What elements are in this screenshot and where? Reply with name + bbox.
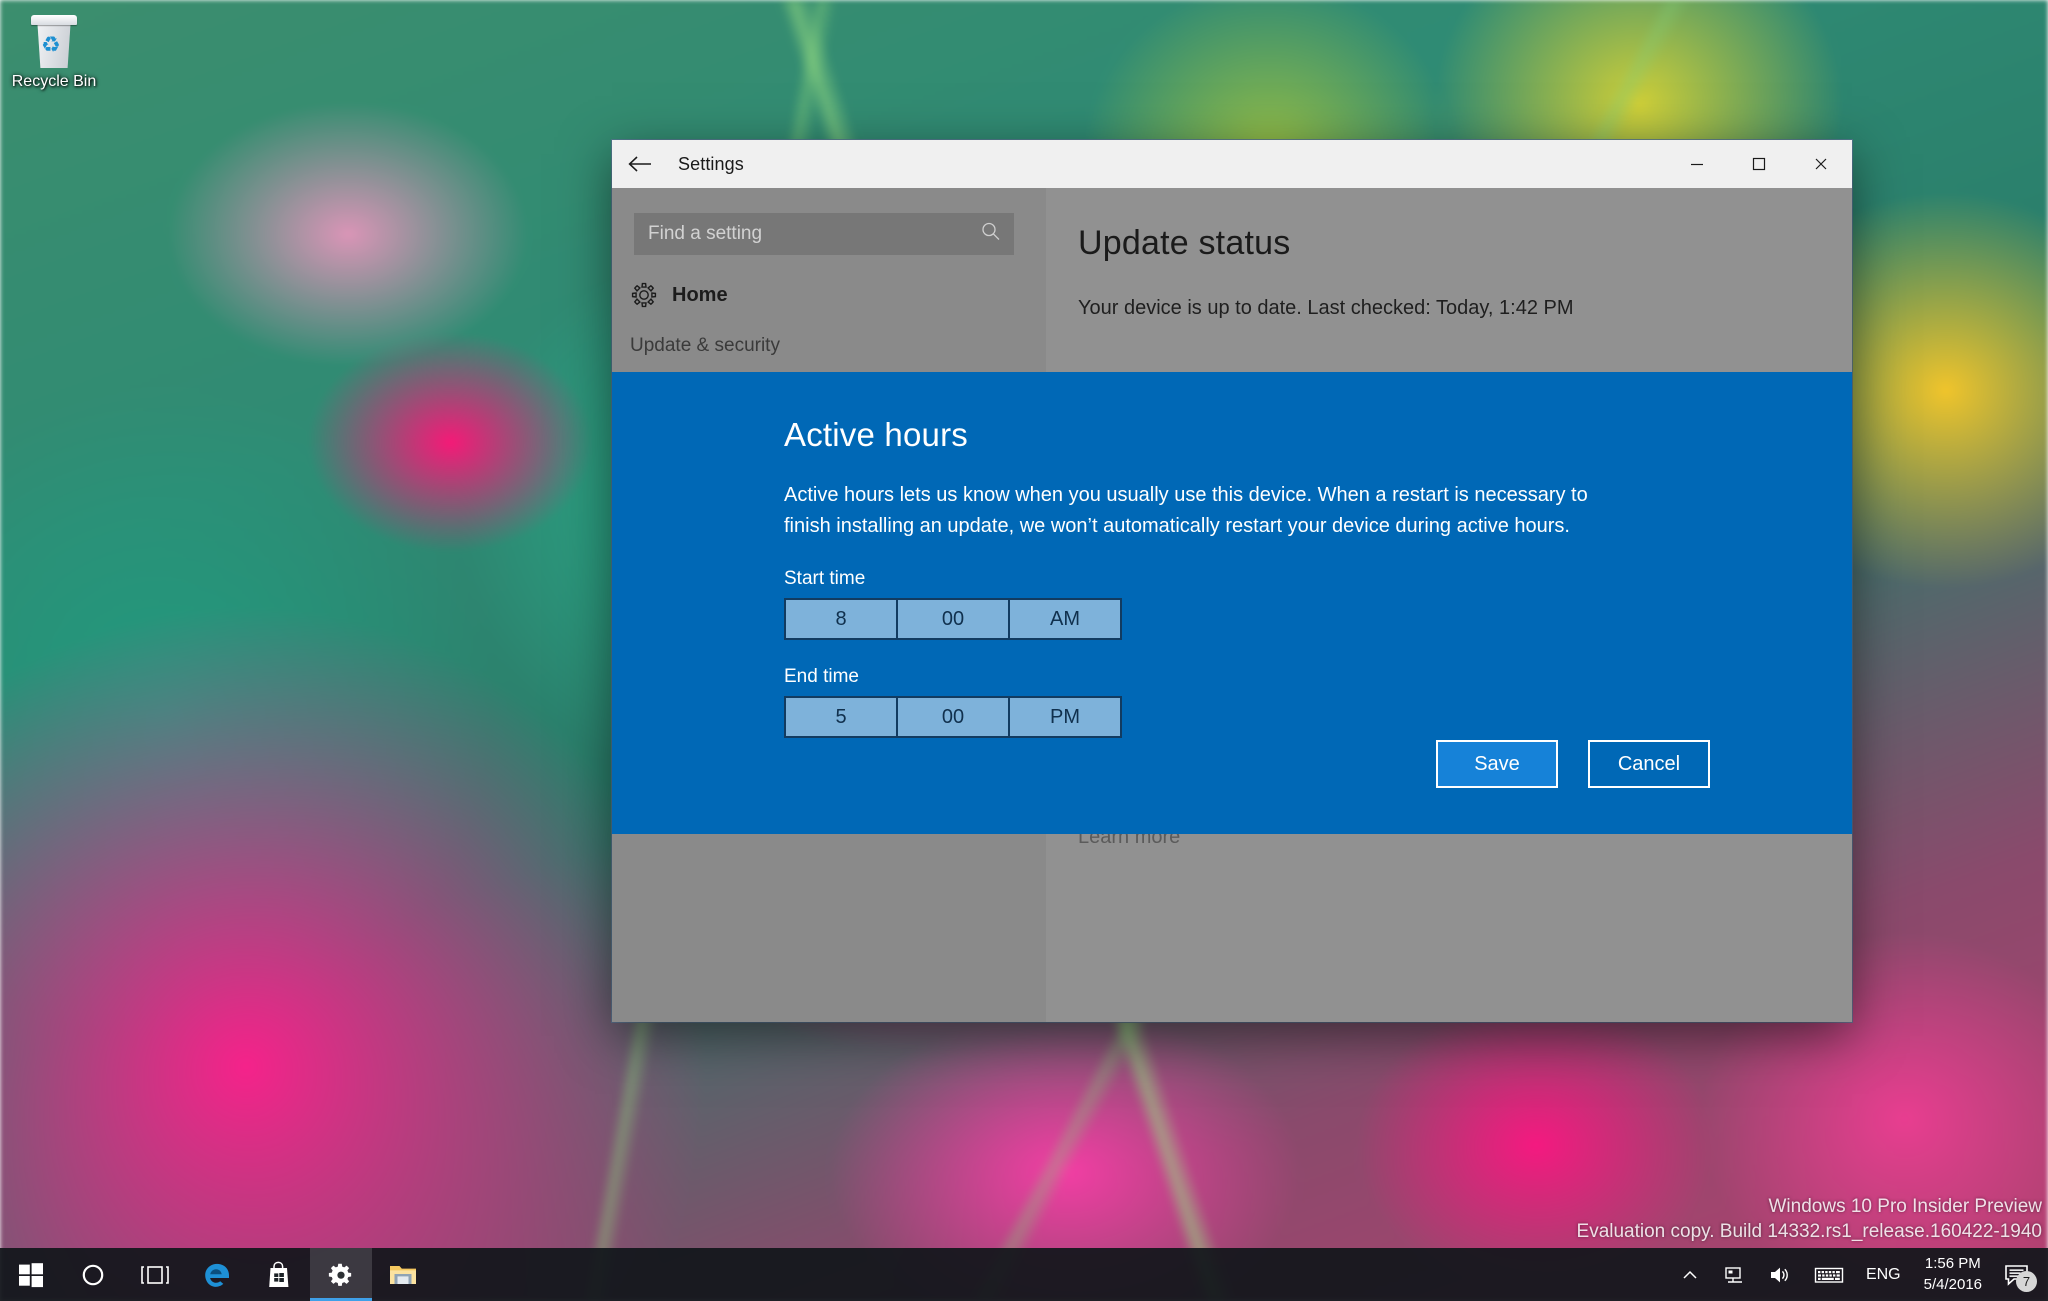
dialog-title: Active hours: [784, 416, 968, 453]
start-time-minute[interactable]: 00: [898, 600, 1010, 638]
gear-icon: [630, 281, 658, 309]
end-time-period[interactable]: PM: [1010, 698, 1120, 736]
page-title: Update status: [1078, 224, 1291, 262]
end-time-minute[interactable]: 00: [898, 698, 1010, 736]
watermark-line-2: Evaluation copy. Build 14332.rs1_release…: [1576, 1221, 2042, 1243]
sidebar-group-title: Update & security: [630, 335, 780, 356]
edge-button[interactable]: [186, 1248, 248, 1301]
keyboard-icon: [1814, 1267, 1844, 1283]
windows-logo-icon: [19, 1262, 43, 1287]
save-button[interactable]: Save: [1436, 740, 1558, 788]
minimize-icon: [1691, 163, 1703, 166]
folder-icon: [390, 1265, 416, 1284]
start-time-period[interactable]: AM: [1010, 600, 1120, 638]
dialog-buttons: Save Cancel: [1436, 740, 1710, 788]
search-icon: [980, 221, 1002, 248]
clock-date: 5/4/2016: [1923, 1275, 1982, 1293]
edge-icon: [205, 1263, 229, 1287]
active-hours-dialog: Active hours Active hours lets us know w…: [612, 372, 1852, 834]
system-tray: ENG 1:56 PM 5/4/2016 7: [1669, 1248, 2048, 1301]
show-hidden-icons-button[interactable]: [1669, 1248, 1711, 1301]
chevron-up-icon: [1683, 1270, 1697, 1279]
cortana-button[interactable]: [62, 1248, 124, 1301]
recycle-bin-icon: ♻: [25, 12, 83, 70]
volume-button[interactable]: [1757, 1248, 1803, 1301]
sidebar-item-home[interactable]: Home: [630, 281, 1046, 309]
sidebar-item-home-label: Home: [672, 283, 728, 306]
speaker-icon: [1770, 1267, 1788, 1282]
desktop-icon-recycle-bin[interactable]: ♻ Recycle Bin: [8, 12, 100, 91]
window-title: Settings: [678, 153, 744, 174]
network-button[interactable]: [1711, 1248, 1757, 1301]
store-button[interactable]: [248, 1248, 310, 1301]
task-view-button[interactable]: [124, 1248, 186, 1301]
maximize-button[interactable]: [1728, 140, 1790, 188]
clock-time: 1:56 PM: [1924, 1255, 1981, 1273]
close-icon: [1815, 158, 1827, 170]
windows-evaluation-watermark: Windows 10 Pro Insider Preview Evaluatio…: [1577, 1194, 2042, 1245]
store-bag-icon: [269, 1261, 289, 1287]
window-controls: [1666, 140, 1852, 188]
clock[interactable]: 1:56 PM 5/4/2016: [1912, 1248, 1994, 1301]
window-title-bar: Settings: [612, 140, 1852, 188]
dialog-description: Active hours lets us know when you usual…: [784, 484, 1588, 537]
end-time-label: End time: [784, 666, 859, 687]
language-indicator[interactable]: ENG: [1855, 1248, 1912, 1301]
touch-keyboard-button[interactable]: [1803, 1248, 1855, 1301]
cancel-button[interactable]: Cancel: [1588, 740, 1710, 788]
action-center-badge: 7: [2016, 1271, 2037, 1292]
gear-icon: [328, 1263, 352, 1286]
action-center-button[interactable]: 7: [1994, 1248, 2040, 1301]
desktop-icon-label: Recycle Bin: [11, 73, 97, 90]
taskbar-items: [0, 1248, 434, 1301]
settings-button[interactable]: [310, 1248, 372, 1301]
search-input[interactable]: Find a setting: [634, 213, 1014, 255]
start-time-label: Start time: [784, 568, 866, 589]
watermark-line-1: Windows 10 Pro Insider Preview: [1768, 1195, 2043, 1217]
minimize-button[interactable]: [1666, 140, 1728, 188]
file-explorer-button[interactable]: [372, 1248, 434, 1301]
back-button[interactable]: [612, 140, 668, 188]
end-time-hour[interactable]: 5: [786, 698, 898, 736]
back-arrow-icon: [628, 156, 651, 172]
search-placeholder: Find a setting: [648, 223, 763, 244]
taskbar: ENG 1:56 PM 5/4/2016 7: [0, 1248, 2048, 1301]
desktop-root: ♻ Recycle Bin Windows 10 Pro Insider Pre…: [0, 0, 2048, 1301]
start-button[interactable]: [0, 1248, 62, 1301]
start-time-hour[interactable]: 8: [786, 600, 898, 638]
end-time-picker: 5 00 PM: [784, 696, 1122, 738]
circle-icon: [82, 1264, 104, 1285]
close-button[interactable]: [1790, 140, 1852, 188]
start-time-picker: 8 00 AM: [784, 598, 1122, 640]
task-view-icon: [141, 1265, 169, 1284]
network-icon: [1725, 1266, 1742, 1283]
update-status-text: Your device is up to date. Last checked:…: [1078, 297, 1574, 319]
maximize-icon: [1752, 157, 1766, 171]
